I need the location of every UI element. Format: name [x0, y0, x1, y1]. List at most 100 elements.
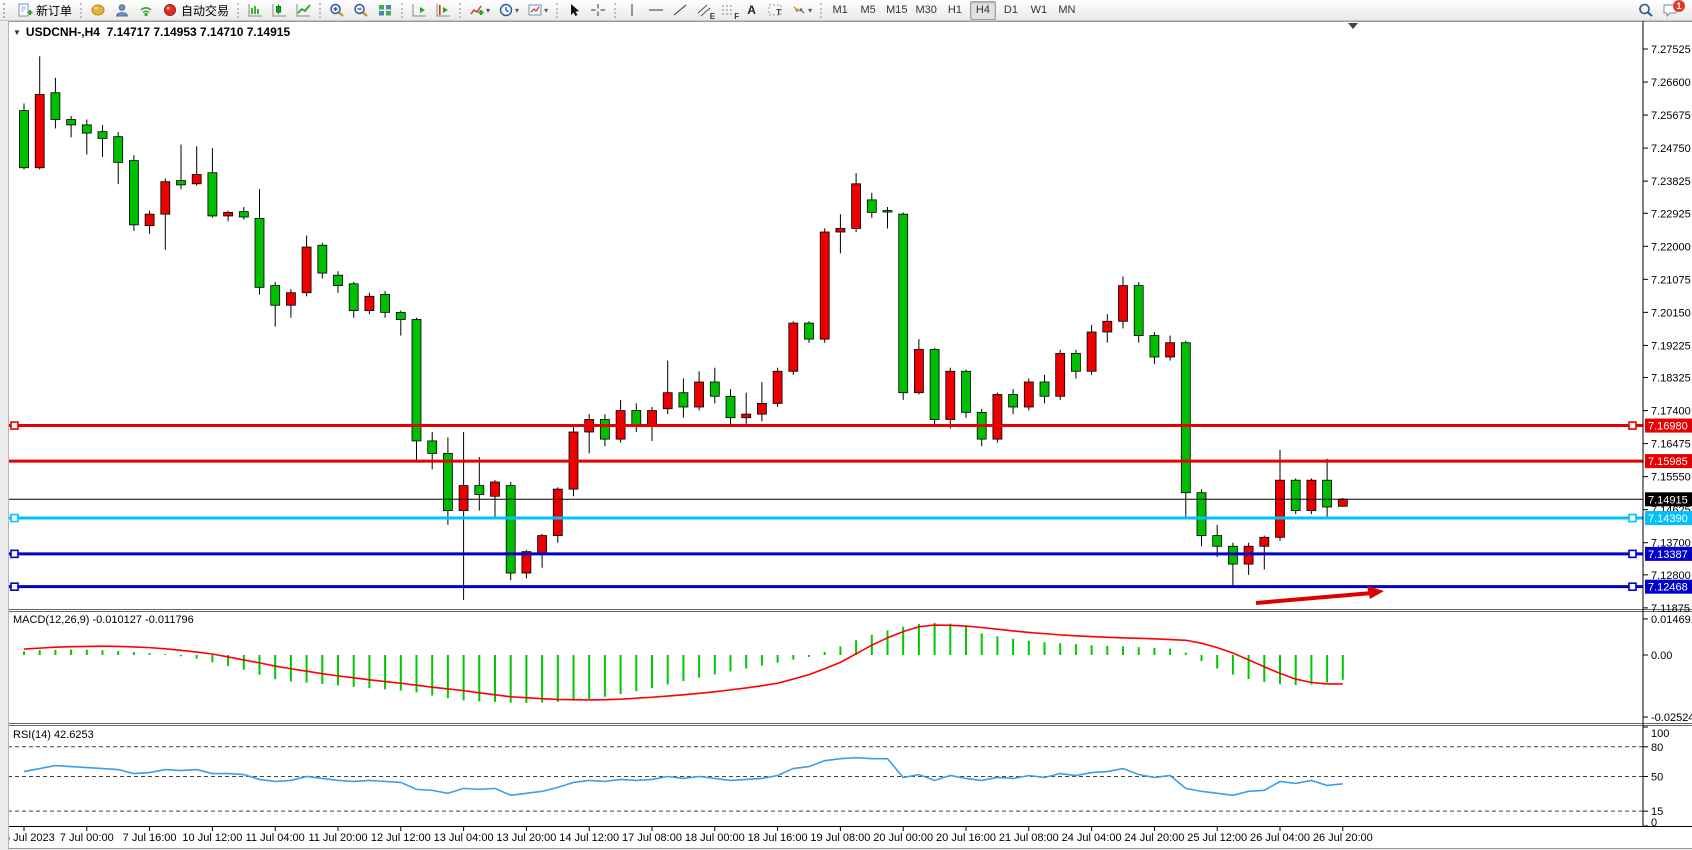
candle[interactable]	[161, 182, 170, 214]
candle[interactable]	[475, 486, 484, 495]
candle[interactable]	[51, 93, 60, 120]
notifications-button[interactable]: 1	[1659, 1, 1682, 20]
tab-timeframe-mn[interactable]: MN	[1054, 1, 1080, 20]
candle[interactable]	[789, 323, 798, 371]
signals-button[interactable]	[135, 1, 157, 20]
candle[interactable]	[1276, 480, 1285, 537]
candle[interactable]	[1213, 536, 1222, 547]
candle[interactable]	[82, 125, 91, 133]
horizontal-line-tool-button[interactable]	[645, 1, 667, 20]
fibonacci-tool-button[interactable]: F	[717, 1, 739, 20]
candle[interactable]	[600, 419, 609, 439]
search-button[interactable]	[1635, 1, 1657, 20]
candle[interactable]	[1166, 343, 1175, 357]
candle[interactable]	[1150, 336, 1159, 357]
candle[interactable]	[962, 371, 971, 412]
candle[interactable]	[98, 132, 107, 139]
candle[interactable]	[114, 137, 123, 163]
candle[interactable]	[695, 382, 704, 407]
chart-canvas[interactable]: 7.275257.266007.256757.247507.238257.229…	[0, 0, 1692, 850]
candle[interactable]	[349, 284, 358, 311]
candle[interactable]	[883, 211, 892, 212]
candle[interactable]	[867, 200, 876, 212]
candle[interactable]	[946, 371, 955, 419]
tab-timeframe-m30[interactable]: M30	[913, 1, 940, 20]
templates-button[interactable]: ▾	[524, 1, 551, 20]
candle[interactable]	[67, 120, 76, 125]
candle[interactable]	[1181, 343, 1190, 493]
candle[interactable]	[742, 414, 751, 418]
candle[interactable]	[239, 212, 248, 217]
candle[interactable]	[271, 286, 280, 306]
zoom-out-button[interactable]	[350, 1, 372, 20]
periods-button[interactable]: ▾	[495, 1, 522, 20]
candle[interactable]	[365, 296, 374, 310]
candle[interactable]	[129, 161, 138, 225]
candle[interactable]	[820, 232, 829, 339]
cursor-tool-button[interactable]	[563, 1, 585, 20]
candle[interactable]	[491, 482, 500, 496]
candle[interactable]	[805, 323, 814, 339]
candle[interactable]	[1291, 480, 1300, 510]
auto-trading-button[interactable]: 自动交易	[159, 1, 232, 20]
candle[interactable]	[318, 245, 327, 273]
candle[interactable]	[224, 212, 233, 216]
candle[interactable]	[381, 295, 390, 313]
tab-timeframe-m5[interactable]: M5	[855, 1, 881, 20]
candle[interactable]	[538, 536, 547, 554]
candle[interactable]	[1009, 394, 1018, 406]
candle[interactable]	[1056, 353, 1065, 396]
tab-timeframe-d1[interactable]: D1	[998, 1, 1024, 20]
label-tool-button[interactable]: T	[764, 1, 786, 20]
candle[interactable]	[35, 95, 44, 168]
hline-handle[interactable]	[1629, 583, 1636, 590]
candle[interactable]	[899, 214, 908, 393]
bar-chart-button[interactable]	[244, 1, 266, 20]
candle[interactable]	[553, 489, 562, 535]
candle[interactable]	[428, 441, 437, 453]
hline-handle[interactable]	[1629, 422, 1636, 429]
hline-handle[interactable]	[11, 515, 18, 522]
hline-handle[interactable]	[1629, 515, 1636, 522]
candle[interactable]	[255, 218, 264, 287]
profile-button[interactable]	[111, 1, 133, 20]
candle[interactable]	[648, 411, 657, 425]
candle[interactable]	[396, 312, 405, 319]
candle[interactable]	[632, 411, 641, 425]
candle[interactable]	[208, 173, 217, 216]
tab-timeframe-m15[interactable]: M15	[883, 1, 910, 20]
vertical-line-tool-button[interactable]	[621, 1, 643, 20]
candle[interactable]	[506, 486, 515, 573]
new-order-button[interactable]: 新订单	[14, 1, 75, 20]
tile-windows-button[interactable]	[374, 1, 396, 20]
tab-timeframe-h4[interactable]: H4	[970, 1, 996, 20]
hline-handle[interactable]	[1629, 550, 1636, 557]
candlestick-chart-button[interactable]	[268, 1, 290, 20]
candle[interactable]	[773, 371, 782, 403]
gold-badge-button[interactable]	[87, 1, 109, 20]
candle[interactable]	[993, 394, 1002, 439]
candle[interactable]	[192, 175, 201, 184]
candle[interactable]	[1087, 332, 1096, 371]
symbol-dropdown-icon[interactable]: ▼	[13, 28, 21, 37]
candle[interactable]	[710, 382, 719, 396]
candle[interactable]	[726, 396, 735, 417]
candle[interactable]	[679, 393, 688, 407]
candle[interactable]	[412, 320, 421, 441]
zoom-in-button[interactable]	[326, 1, 348, 20]
candle[interactable]	[1260, 537, 1269, 546]
candle[interactable]	[177, 181, 186, 185]
candle[interactable]	[459, 486, 468, 511]
candle[interactable]	[302, 247, 311, 293]
trendline-tool-button[interactable]	[669, 1, 691, 20]
crosshair-tool-button[interactable]	[587, 1, 609, 20]
chart-shift-button[interactable]	[432, 1, 454, 20]
candle[interactable]	[334, 275, 343, 285]
line-chart-button[interactable]	[292, 1, 314, 20]
candle[interactable]	[1040, 382, 1049, 396]
hline-handle[interactable]	[11, 550, 18, 557]
candle[interactable]	[1134, 286, 1143, 336]
channel-tool-button[interactable]: E	[693, 1, 715, 20]
hline-handle[interactable]	[11, 583, 18, 590]
candle[interactable]	[1338, 499, 1347, 506]
